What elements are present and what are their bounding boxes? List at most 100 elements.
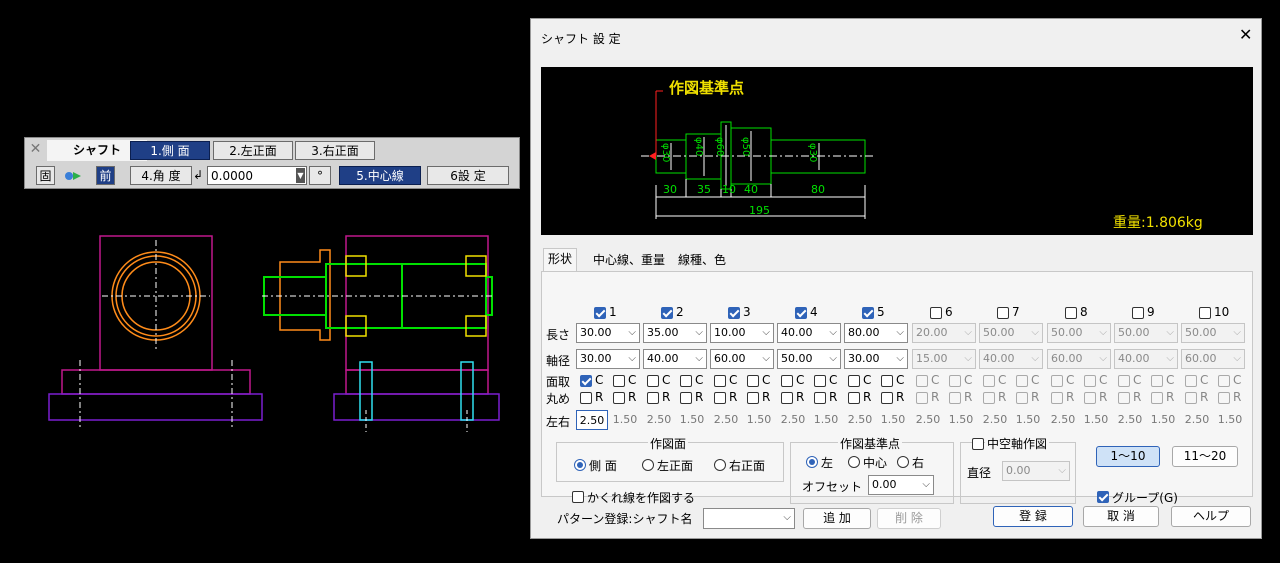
hollow-diameter-select[interactable]: 0.00 ⌵ <box>1002 461 1070 481</box>
lr-value-16[interactable]: 1.50 <box>1080 410 1112 430</box>
chamfer-checkbox-10-2[interactable] <box>1218 375 1230 387</box>
view-side-button[interactable]: 1.側 面 <box>130 141 210 160</box>
round-checkbox-2-1[interactable] <box>647 392 659 404</box>
round-checkbox-5-2[interactable] <box>881 392 893 404</box>
chamfer-checkbox-6-2[interactable] <box>949 375 961 387</box>
diameter-select-4[interactable]: 50.00 ⌵ <box>777 349 841 369</box>
angle-input[interactable]: 0.0000 ▼ <box>207 166 307 185</box>
lr-value-3[interactable]: 2.50 <box>643 410 675 430</box>
column-checkbox-8[interactable] <box>1065 307 1077 319</box>
ref-center-radio[interactable] <box>848 456 860 468</box>
range-1-10-button[interactable]: 1～10 <box>1096 446 1160 467</box>
angle-button[interactable]: 4.角 度 <box>130 166 192 185</box>
chamfer-checkbox-1-1[interactable] <box>580 375 592 387</box>
diameter-select-3[interactable]: 60.00 ⌵ <box>710 349 774 369</box>
column-checkbox-9[interactable] <box>1132 307 1144 319</box>
lr-value-8[interactable]: 1.50 <box>810 410 842 430</box>
lr-value-10[interactable]: 1.50 <box>877 410 909 430</box>
settings-button[interactable]: 6設 定 <box>427 166 509 185</box>
pattern-name-select[interactable]: ⌵ <box>703 508 795 529</box>
offset-select[interactable]: 0.00 ⌵ <box>868 475 934 495</box>
column-checkbox-7[interactable] <box>997 307 1009 319</box>
lr-value-11[interactable]: 2.50 <box>912 410 944 430</box>
lr-value-4[interactable]: 1.50 <box>676 410 708 430</box>
diameter-select-2[interactable]: 40.00 ⌵ <box>643 349 707 369</box>
plane-left-radio[interactable] <box>642 459 654 471</box>
length-select-10[interactable]: 50.00 ⌵ <box>1181 323 1245 343</box>
length-select-4[interactable]: 40.00 ⌵ <box>777 323 841 343</box>
chamfer-checkbox-7-1[interactable] <box>983 375 995 387</box>
chamfer-checkbox-2-2[interactable] <box>680 375 692 387</box>
lr-value-20[interactable]: 1.50 <box>1214 410 1246 430</box>
hollow-checkbox[interactable] <box>972 438 984 450</box>
chamfer-checkbox-5-1[interactable] <box>848 375 860 387</box>
column-checkbox-10[interactable] <box>1199 307 1211 319</box>
angle-dropdown-icon[interactable]: ▼ <box>296 168 305 183</box>
close-icon[interactable]: ✕ <box>1239 25 1252 44</box>
hidden-lines-checkbox[interactable] <box>572 491 584 503</box>
ref-right-radio[interactable] <box>897 456 909 468</box>
add-button[interactable]: 追 加 <box>803 508 871 529</box>
chamfer-checkbox-2-1[interactable] <box>647 375 659 387</box>
round-checkbox-2-2[interactable] <box>680 392 692 404</box>
chamfer-checkbox-8-2[interactable] <box>1084 375 1096 387</box>
help-button[interactable]: ヘルプ <box>1171 506 1251 527</box>
lr-value-9[interactable]: 2.50 <box>844 410 876 430</box>
column-checkbox-2[interactable] <box>661 307 673 319</box>
fix-button[interactable]: 固 <box>36 166 55 185</box>
lr-value-12[interactable]: 1.50 <box>945 410 977 430</box>
diameter-select-1[interactable]: 30.00 ⌵ <box>576 349 640 369</box>
lr-value-13[interactable]: 2.50 <box>979 410 1011 430</box>
chamfer-checkbox-4-1[interactable] <box>781 375 793 387</box>
round-checkbox-10-2[interactable] <box>1218 392 1230 404</box>
diameter-select-7[interactable]: 40.00 ⌵ <box>979 349 1043 369</box>
round-checkbox-5-1[interactable] <box>848 392 860 404</box>
length-select-6[interactable]: 20.00 ⌵ <box>912 323 976 343</box>
round-checkbox-10-1[interactable] <box>1185 392 1197 404</box>
diameter-select-9[interactable]: 40.00 ⌵ <box>1114 349 1178 369</box>
chamfer-checkbox-4-2[interactable] <box>814 375 826 387</box>
chamfer-checkbox-7-2[interactable] <box>1016 375 1028 387</box>
round-checkbox-4-2[interactable] <box>814 392 826 404</box>
diameter-select-5[interactable]: 30.00 ⌵ <box>844 349 908 369</box>
lr-value-17[interactable]: 2.50 <box>1114 410 1146 430</box>
column-checkbox-5[interactable] <box>862 307 874 319</box>
center-line-button[interactable]: 5.中心線 <box>339 166 421 185</box>
lr-value-18[interactable]: 1.50 <box>1147 410 1179 430</box>
length-select-1[interactable]: 30.00 ⌵ <box>576 323 640 343</box>
round-checkbox-9-2[interactable] <box>1151 392 1163 404</box>
column-checkbox-6[interactable] <box>930 307 942 319</box>
round-checkbox-3-2[interactable] <box>747 392 759 404</box>
length-select-2[interactable]: 35.00 ⌵ <box>643 323 707 343</box>
view-left-front-button[interactable]: 2.左正面 <box>213 141 293 160</box>
front-button[interactable]: 前 <box>96 166 115 185</box>
round-checkbox-8-1[interactable] <box>1051 392 1063 404</box>
chamfer-checkbox-8-1[interactable] <box>1051 375 1063 387</box>
round-checkbox-7-2[interactable] <box>1016 392 1028 404</box>
lr-value-15[interactable]: 2.50 <box>1047 410 1079 430</box>
lr-value-1[interactable]: 2.50 <box>576 410 608 430</box>
group-checkbox[interactable] <box>1097 491 1109 503</box>
chamfer-checkbox-5-2[interactable] <box>881 375 893 387</box>
lr-value-7[interactable]: 2.50 <box>777 410 809 430</box>
round-checkbox-8-2[interactable] <box>1084 392 1096 404</box>
tab-centerline-weight[interactable]: 中心線、重量 <box>589 250 669 271</box>
column-checkbox-4[interactable] <box>795 307 807 319</box>
chamfer-checkbox-6-1[interactable] <box>916 375 928 387</box>
lr-value-19[interactable]: 2.50 <box>1181 410 1213 430</box>
chamfer-checkbox-10-1[interactable] <box>1185 375 1197 387</box>
lr-value-2[interactable]: 1.50 <box>609 410 641 430</box>
plane-side-radio[interactable] <box>574 459 586 471</box>
chamfer-checkbox-9-1[interactable] <box>1118 375 1130 387</box>
length-select-8[interactable]: 50.00 ⌵ <box>1047 323 1111 343</box>
round-checkbox-9-1[interactable] <box>1118 392 1130 404</box>
ref-left-radio[interactable] <box>806 456 818 468</box>
chamfer-checkbox-3-1[interactable] <box>714 375 726 387</box>
chamfer-checkbox-3-2[interactable] <box>747 375 759 387</box>
tab-linetype-color[interactable]: 線種、色 <box>674 250 730 271</box>
register-button[interactable]: 登 録 <box>993 506 1073 527</box>
round-checkbox-7-1[interactable] <box>983 392 995 404</box>
column-checkbox-1[interactable] <box>594 307 606 319</box>
round-checkbox-6-1[interactable] <box>916 392 928 404</box>
round-checkbox-1-1[interactable] <box>580 392 592 404</box>
